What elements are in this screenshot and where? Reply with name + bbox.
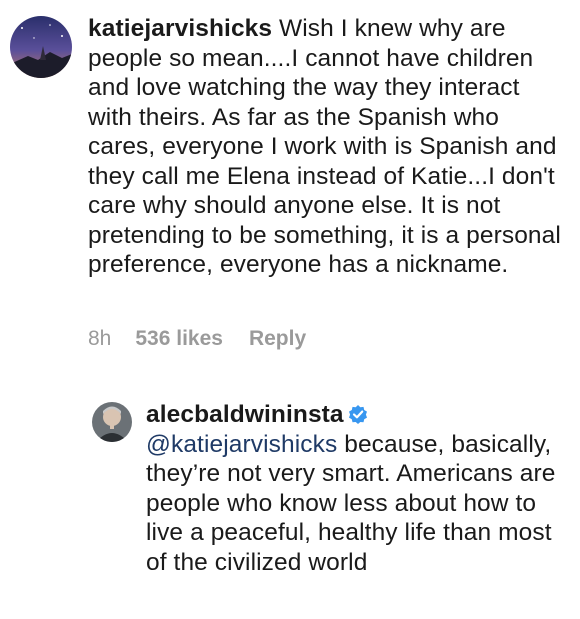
- comment-username[interactable]: katiejarvishicks: [88, 15, 272, 42]
- reply-button[interactable]: Reply: [249, 327, 306, 350]
- comment-meta: 8h 536 likes Reply: [88, 327, 332, 351]
- avatar[interactable]: [92, 402, 132, 442]
- reply-username[interactable]: alecbaldwininsta: [146, 401, 344, 428]
- comment-likes[interactable]: 536 likes: [135, 327, 223, 350]
- reply-body: alecbaldwininsta @katiejarvishicks becaus…: [146, 400, 566, 577]
- comment-time: 8h: [88, 327, 112, 350]
- comment-body: katiejarvishicks Wish I knew why are peo…: [88, 14, 568, 280]
- verified-badge-icon: [348, 405, 367, 424]
- reply-mention[interactable]: @katiejarvishicks: [146, 431, 337, 458]
- profile-photo-avatar-icon: [92, 402, 132, 442]
- night-sky-avatar-icon: [10, 16, 72, 78]
- comment-text: Wish I knew why are people so mean....I …: [88, 15, 561, 278]
- avatar[interactable]: [10, 16, 72, 78]
